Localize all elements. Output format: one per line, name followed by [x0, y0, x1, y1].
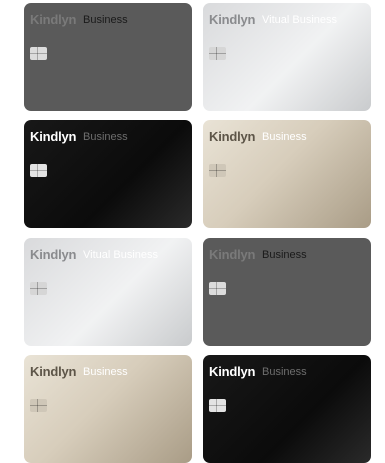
card-tier: Business: [262, 366, 307, 378]
card-tier: Business: [83, 131, 128, 143]
card-tier: Business: [262, 249, 307, 261]
card-brand: Kindlyn: [209, 129, 256, 144]
card-brand: Kindlyn: [30, 12, 77, 27]
card-option-business-gray[interactable]: Kindlyn Business: [203, 238, 371, 346]
card-chip-icon: [30, 164, 47, 177]
card-chip-icon: [209, 399, 226, 412]
card-chip-icon: [209, 47, 226, 60]
card-brand: Kindlyn: [209, 364, 256, 379]
card-tier: Business: [83, 366, 128, 378]
card-tier: Business: [83, 14, 128, 26]
card-style-grid: Kindlyn Business Kindlyn Vitual Business…: [0, 0, 385, 463]
card-brand: Kindlyn: [30, 364, 77, 379]
card-option-virtual-silver[interactable]: Kindlyn Vitual Business: [203, 3, 371, 111]
card-brand: Kindlyn: [30, 129, 77, 144]
card-chip-icon: [30, 47, 47, 60]
card-tier: Vitual Business: [262, 14, 338, 26]
card-option-business-gold[interactable]: Kindlyn Business: [203, 120, 371, 228]
card-brand: Kindlyn: [30, 247, 77, 262]
card-chip-icon: [209, 282, 226, 295]
card-option-business-gray[interactable]: Kindlyn Business: [24, 3, 192, 111]
card-chip-icon: [30, 399, 47, 412]
card-brand: Kindlyn: [209, 247, 256, 262]
card-tier: Vitual Business: [83, 249, 159, 261]
card-brand: Kindlyn: [209, 12, 256, 27]
card-option-business-black[interactable]: Kindlyn Business: [203, 355, 371, 463]
card-option-business-black[interactable]: Kindlyn Business: [24, 120, 192, 228]
card-tier: Business: [262, 131, 307, 143]
card-chip-icon: [30, 282, 47, 295]
card-chip-icon: [209, 164, 226, 177]
card-option-business-gold[interactable]: Kindlyn Business: [24, 355, 192, 463]
card-option-virtual-silver[interactable]: Kindlyn Vitual Business: [24, 238, 192, 346]
